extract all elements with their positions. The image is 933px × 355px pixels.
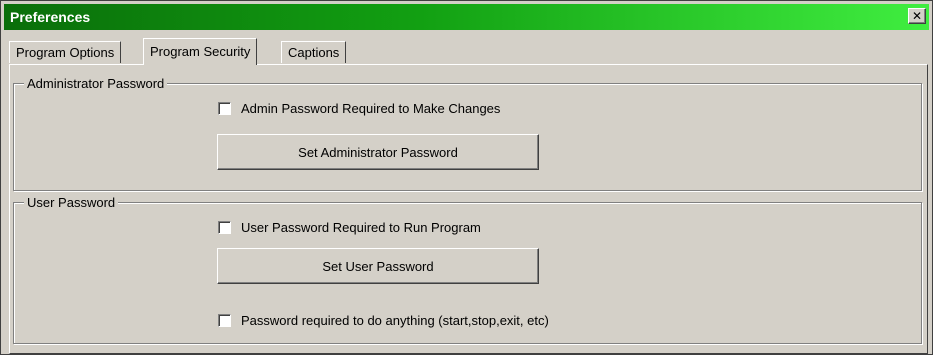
tab-label: Captions — [288, 45, 340, 60]
group-legend: Administrator Password — [24, 76, 168, 91]
close-icon: ✕ — [911, 9, 923, 23]
tab-program-security[interactable]: Program Security — [143, 38, 258, 65]
set-user-password-button[interactable]: Set User Password — [217, 248, 539, 284]
preferences-window: Preferences ✕ Program Options Program Se… — [0, 0, 933, 355]
tab-captions[interactable]: Captions — [281, 41, 347, 63]
tab-label: Program Options — [16, 45, 115, 60]
close-button[interactable]: ✕ — [908, 8, 926, 24]
window-title: Preferences — [10, 9, 91, 25]
admin-password-required-checkbox[interactable] — [218, 102, 231, 115]
button-label: Set Administrator Password — [298, 144, 458, 160]
set-administrator-password-button[interactable]: Set Administrator Password — [217, 134, 539, 170]
tab-program-options[interactable]: Program Options — [9, 41, 122, 63]
title-bar[interactable]: Preferences ✕ — [4, 4, 929, 30]
admin-password-required-row[interactable]: Admin Password Required to Make Changes — [218, 101, 500, 116]
button-label: Set User Password — [322, 258, 434, 274]
checkbox-label[interactable]: Admin Password Required to Make Changes — [241, 101, 500, 116]
user-password-required-row[interactable]: User Password Required to Run Program — [218, 220, 481, 235]
group-legend: User Password — [24, 195, 119, 210]
checkbox-label[interactable]: User Password Required to Run Program — [241, 220, 481, 235]
checkbox-label[interactable]: Password required to do anything (start,… — [241, 313, 549, 328]
password-required-anything-checkbox[interactable] — [218, 314, 231, 327]
user-password-required-checkbox[interactable] — [218, 221, 231, 234]
password-required-anything-row[interactable]: Password required to do anything (start,… — [218, 313, 549, 328]
tab-label: Program Security — [150, 44, 251, 59]
